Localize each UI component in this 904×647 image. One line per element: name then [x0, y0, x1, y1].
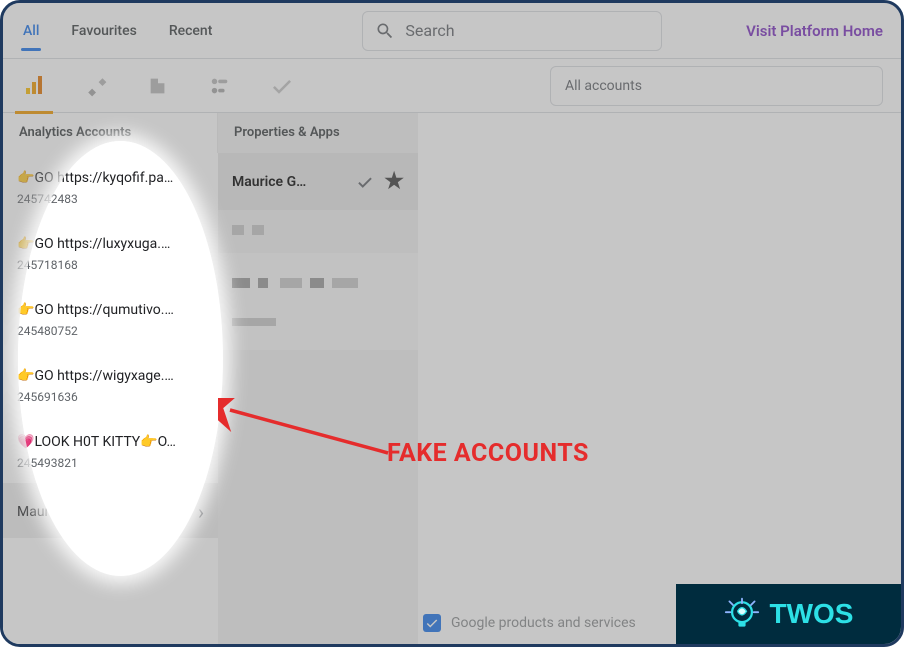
account-id: 245691636	[17, 389, 204, 405]
search-icon	[375, 21, 395, 41]
top-tab-bar: All Favourites Recent Search Visit Platf…	[3, 3, 901, 59]
account-row[interactable]: 👉GO https://luxyxuga.… 245718168	[3, 219, 218, 285]
tab-recent[interactable]: Recent	[167, 3, 215, 59]
properties-column-header: Properties & Apps	[218, 113, 418, 153]
property-row[interactable]: Maurice G… ★	[218, 153, 418, 210]
accounts-filter-placeholder: All accounts	[565, 78, 642, 94]
property-row-redacted[interactable]	[218, 253, 418, 350]
account-row-current[interactable]: Maurice	[3, 483, 218, 538]
tab-all[interactable]: All	[21, 3, 41, 59]
account-row[interactable]: 👉GO https://kyqofif.pa… 245742483	[3, 153, 218, 219]
account-row[interactable]: 💗LOOK H0T KITTY👉O… 245493821	[3, 417, 218, 483]
star-icon[interactable]: ★	[384, 169, 404, 194]
analytics-icon[interactable]	[21, 73, 47, 99]
selected-check-icon	[356, 173, 374, 191]
checkmark-icon[interactable]	[269, 73, 295, 99]
properties-list: Maurice G… ★	[218, 153, 418, 644]
checkbox-label: Google products and services	[451, 615, 636, 631]
account-row[interactable]: 👉GO https://qumutivo.… 245480752	[3, 285, 218, 351]
tag-manager-icon[interactable]	[83, 73, 109, 99]
product-services-checkbox[interactable]	[423, 614, 441, 632]
lightbulb-icon	[724, 596, 760, 632]
accounts-list: 👉GO https://kyqofif.pa… 245742483 👉GO ht…	[3, 153, 218, 644]
optimize-icon[interactable]	[145, 73, 171, 99]
account-id: 245718168	[17, 257, 204, 273]
data-studio-icon[interactable]	[207, 73, 233, 99]
property-name: Maurice G…	[232, 174, 346, 190]
tab-favourites[interactable]: Favourites	[69, 3, 138, 59]
account-row[interactable]: 👉GO https://wigyxage.… 245691636	[3, 351, 218, 417]
product-icon-row: All accounts	[3, 59, 901, 113]
global-search-input[interactable]: Search	[362, 11, 662, 51]
column-headers: Analytics Accounts Properties & Apps	[3, 113, 901, 153]
accounts-column-header: Analytics Accounts	[3, 113, 218, 153]
bottom-checkbox-row: Google products and services	[423, 602, 636, 644]
watermark-text: TWOS	[770, 598, 854, 630]
visit-platform-home-link[interactable]: Visit Platform Home	[746, 22, 883, 40]
accounts-filter-input[interactable]: All accounts	[550, 66, 883, 106]
twos-watermark: TWOS	[676, 584, 901, 644]
search-placeholder: Search	[405, 21, 454, 40]
property-sub-redacted	[218, 210, 418, 253]
account-id: 245480752	[17, 323, 204, 339]
account-id: 245742483	[17, 191, 204, 207]
account-id: 245493821	[17, 455, 204, 471]
